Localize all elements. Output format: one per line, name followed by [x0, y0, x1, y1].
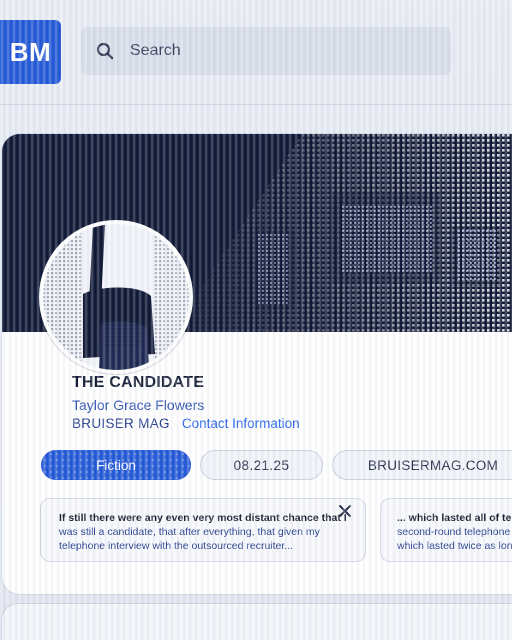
- tag-website[interactable]: BRUISERMAG.COM: [332, 450, 512, 480]
- brand-logo-text: BM: [9, 36, 52, 67]
- close-icon[interactable]: [337, 503, 353, 519]
- tag-date-label: 08.21.25: [233, 457, 290, 473]
- excerpt-line: was still a candidate, that after everyt…: [59, 526, 320, 538]
- excerpt-line: If still there were any even very most d…: [59, 512, 347, 524]
- tag-website-label: BRUISERMAG.COM: [367, 457, 499, 473]
- next-card: [2, 604, 512, 640]
- excerpt-card[interactable]: ... which lasted all of ten second-round…: [380, 498, 512, 562]
- excerpt-line: which lasted twice as long: [397, 540, 512, 552]
- brand-logo[interactable]: BM: [0, 20, 61, 84]
- publication-row: BRUISER MAG Contact Information: [72, 416, 300, 431]
- excerpt-line: second-round telephone: [397, 526, 511, 538]
- header-divider: [0, 104, 512, 105]
- tag-row: Fiction 08.21.25 BRUISERMAG.COM: [41, 450, 512, 480]
- contact-information-link[interactable]: Contact Information: [182, 416, 300, 431]
- profile-card: THE CANDIDATE Taylor Grace Flowers BRUIS…: [2, 134, 512, 594]
- excerpt-card[interactable]: If still there were any even very most d…: [40, 498, 366, 562]
- author-avatar[interactable]: [39, 220, 193, 374]
- search-input[interactable]: [128, 41, 412, 61]
- story-title: THE CANDIDATE: [72, 374, 205, 391]
- author-name[interactable]: Taylor Grace Flowers: [72, 397, 204, 413]
- publication-name[interactable]: BRUISER MAG: [72, 416, 170, 431]
- excerpt-line: telephone interview with the outsourced …: [59, 540, 294, 552]
- excerpt-line: ... which lasted all of ten: [397, 512, 512, 524]
- tag-fiction-label: Fiction: [96, 457, 136, 473]
- search-icon: [96, 42, 114, 60]
- search-bar[interactable]: [80, 26, 452, 76]
- app-screen: BM Search THE CANDIDATE Taylor Grace Flo…: [0, 0, 512, 640]
- tag-date[interactable]: 08.21.25: [200, 450, 323, 480]
- tag-fiction[interactable]: Fiction: [41, 450, 191, 480]
